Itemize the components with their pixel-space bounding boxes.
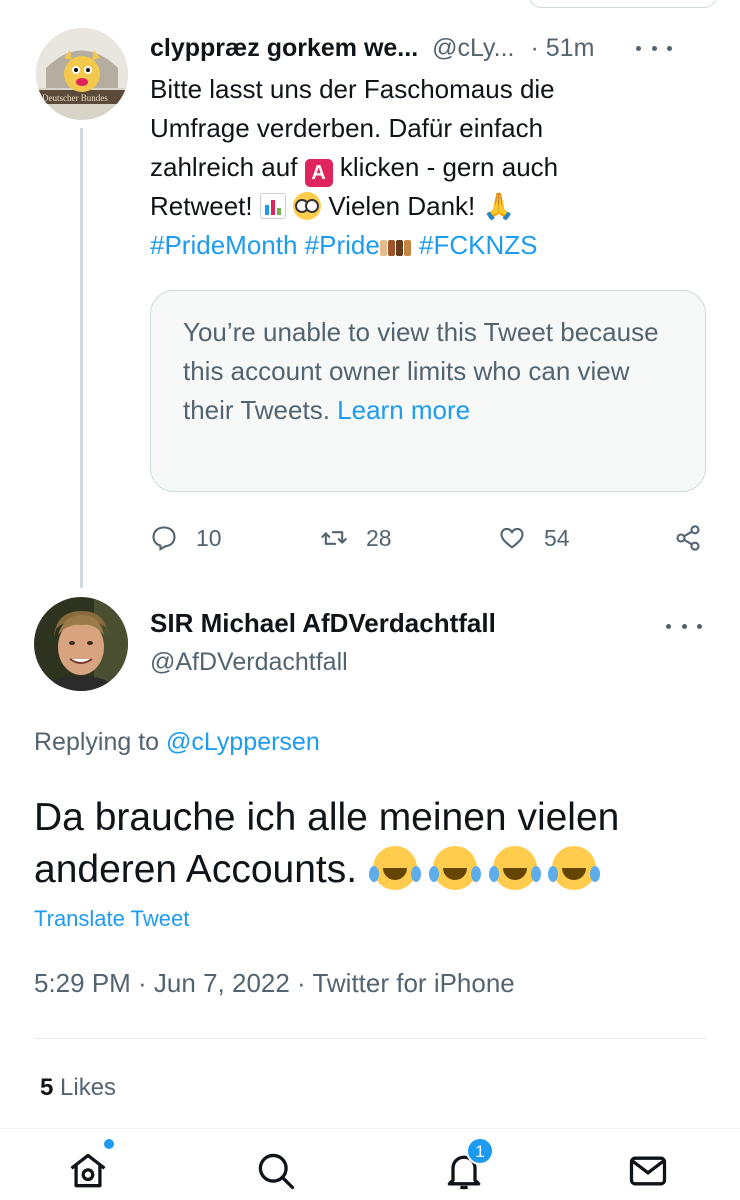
reply-button[interactable]: 10	[150, 518, 222, 558]
tweet-actions: 10 28 54	[150, 518, 710, 558]
tears-of-joy-emoji	[428, 846, 477, 890]
share-icon	[676, 525, 700, 551]
retweet-count: 28	[366, 524, 392, 551]
home-icon	[70, 1153, 106, 1188]
tweet-text: Da brauche ich alle meinen vielen andere…	[34, 796, 620, 891]
more-options-icon[interactable]	[666, 614, 702, 638]
handle[interactable]: @cLy...	[432, 34, 514, 63]
messages-tab[interactable]	[626, 1149, 670, 1193]
likes-label: Likes	[60, 1074, 117, 1101]
handle[interactable]: @AfDVerdachtfall	[150, 648, 348, 677]
learn-more-link[interactable]: Learn more	[337, 395, 470, 425]
reply-count: 10	[196, 524, 222, 551]
heart-icon	[500, 527, 524, 549]
tweet-text: Bitte lasst uns der Faschomaus die Umfra…	[150, 74, 559, 260]
avatar[interactable]	[34, 597, 128, 691]
search-tab[interactable]	[254, 1149, 298, 1193]
translate-tweet-link[interactable]: Translate Tweet	[34, 906, 189, 932]
more-options-icon[interactable]	[636, 36, 672, 60]
replying-to-link[interactable]: @cLyppersen	[166, 728, 320, 756]
tears-of-joy-emoji	[548, 846, 597, 890]
replying-to: Replying to @cLyppersen	[34, 728, 320, 756]
avatar-caption: Deutscher Bundes	[42, 93, 108, 103]
like-count: 54	[544, 524, 570, 551]
new-content-dot	[104, 1139, 114, 1149]
search-icon	[258, 1153, 295, 1190]
like-button[interactable]: 54	[498, 518, 570, 558]
share-button[interactable]	[674, 518, 720, 558]
display-name[interactable]: SIR Michael AfDVerdachtfall	[150, 608, 496, 639]
timestamp[interactable]: · 51m	[530, 34, 594, 63]
folded-hands-emoji: 🙏	[482, 191, 515, 221]
reply-icon	[152, 526, 176, 551]
nerd-face-emoji	[293, 192, 322, 220]
bar-chart-emoji	[259, 193, 286, 219]
avatar[interactable]: Deutscher Bundes	[36, 28, 128, 120]
a-button-emoji: A	[304, 159, 333, 187]
likes-count: 5	[40, 1074, 54, 1101]
tweet-meta: 5:29 PM · Jun 7, 2022 · Twitter for iPho…	[34, 968, 515, 998]
tears-of-joy-emoji	[488, 846, 537, 890]
raised-fists-emoji	[379, 236, 412, 256]
retweet-button[interactable]: 28	[320, 518, 392, 558]
hashtag-link[interactable]: #FCKNZS	[419, 230, 537, 260]
bottom-nav: 1	[0, 1128, 740, 1200]
thread-line	[80, 128, 83, 588]
divider	[34, 1038, 706, 1039]
top-button-edge[interactable]	[528, 0, 718, 8]
hashtag-link[interactable]: #PrideMonth	[150, 230, 297, 260]
home-tab[interactable]	[66, 1149, 110, 1193]
display-name[interactable]: clyppræz gorkem we...	[150, 34, 418, 63]
likes-summary[interactable]: 5 Likes	[40, 1074, 116, 1102]
limited-tweet-card: You’re unable to view this Tweet because…	[150, 290, 706, 492]
tears-of-joy-emoji	[368, 846, 417, 890]
notification-badge: 1	[466, 1137, 494, 1165]
hashtag-link[interactable]: #Pride	[305, 230, 380, 260]
tweet-header: clyppræz gorkem we... @cLy... · 51m	[150, 30, 710, 66]
retweet-icon	[321, 531, 347, 545]
messages-icon	[629, 1156, 667, 1186]
